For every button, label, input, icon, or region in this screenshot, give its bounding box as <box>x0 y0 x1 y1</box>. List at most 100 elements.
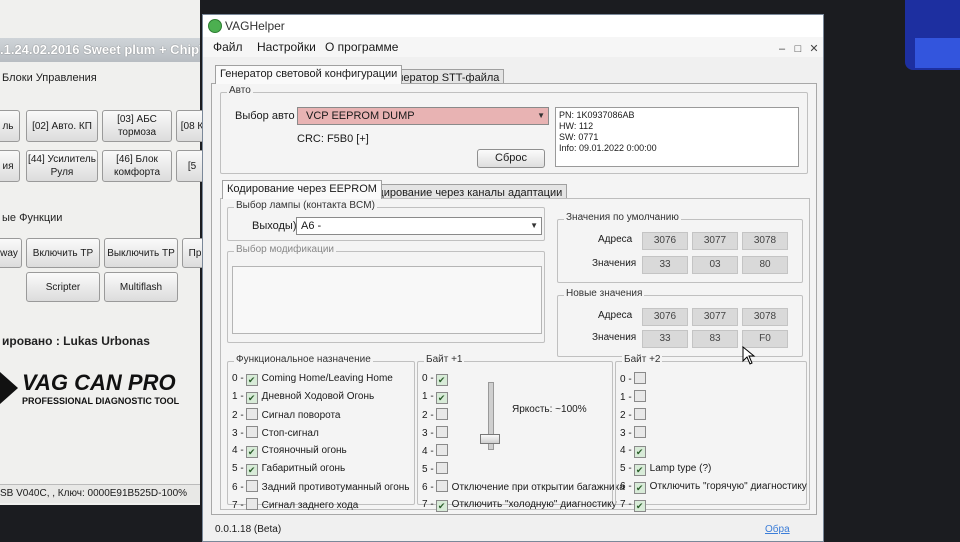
bit-index: 6 - <box>620 481 632 492</box>
bit-index: 2 - <box>232 410 244 421</box>
checkbox-row: 2 - <box>422 408 452 422</box>
checkbox-row: 7 - Сигнал заднего хода <box>232 498 358 512</box>
bit-index: 5 - <box>232 463 244 474</box>
checkbox[interactable] <box>633 390 646 402</box>
checkbox[interactable] <box>435 408 448 420</box>
bit-index: 0 - <box>620 374 632 385</box>
output-value: A6 - <box>301 220 322 232</box>
menu-file[interactable]: Файл <box>213 40 243 54</box>
checkbox[interactable]: ✔ <box>633 500 646 512</box>
bit-index: 1 - <box>422 391 434 402</box>
new-address-cell: 3078 <box>742 308 788 326</box>
disable-tp-button[interactable]: Выключить TP <box>104 238 178 268</box>
default-values-group: Значения по умолчанию Адреса Значения 30… <box>557 212 803 283</box>
bit-index: 5 - <box>620 463 632 474</box>
eeprom-panel: Выбор лампы (контакта BCM) Выходы) A6 - … <box>220 198 810 512</box>
checkbox-row: 7 - ✔ Отключить "холодную" диагностику <box>422 498 617 512</box>
bit-index: 7 - <box>620 499 632 510</box>
bit-index: 7 - <box>422 499 434 510</box>
checkbox-label: Coming Home/Leaving Home <box>261 373 393 384</box>
checkbox-label: Дневной Ходовой Огонь <box>261 391 375 402</box>
enable-tp-button[interactable]: Включить TP <box>26 238 100 268</box>
tab-light-config-generator[interactable]: Генератор световой конфигурации <box>215 65 403 84</box>
close-icon[interactable]: ✕ <box>807 43 821 55</box>
checkbox-row: 2 - Сигнал поворота <box>232 408 341 422</box>
car-select-value: VCP EEPROM DUMP <box>306 110 415 122</box>
checkbox[interactable] <box>633 426 646 438</box>
checkbox[interactable] <box>245 498 258 510</box>
checkbox[interactable]: ✔ <box>435 500 448 512</box>
author-credit: ировано : Lukas Urbonas <box>2 334 150 348</box>
checkbox-label: Отключить "холодную" диагностику <box>451 499 617 510</box>
modification-list[interactable] <box>232 266 542 334</box>
checkbox[interactable]: ✔ <box>245 392 258 404</box>
byte1-group-title: Байт +1 <box>424 354 465 365</box>
unit-button-power-steering[interactable]: [44] Усилитель Руля <box>26 150 98 182</box>
minimize-icon[interactable]: – <box>775 43 789 55</box>
checkbox[interactable] <box>435 426 448 438</box>
checkbox-row: 3 - <box>620 426 650 440</box>
menu-settings[interactable]: Настройки <box>257 40 316 54</box>
checkbox[interactable] <box>435 462 448 474</box>
new-values-title: Новые значения <box>564 288 645 299</box>
checkbox[interactable] <box>245 408 258 420</box>
checkbox[interactable]: ✔ <box>633 464 646 476</box>
checkbox[interactable]: ✔ <box>245 446 258 458</box>
feedback-link[interactable]: Обра <box>765 524 790 535</box>
bit-index: 7 - <box>232 500 244 511</box>
default-address-cell: 3077 <box>692 232 738 250</box>
status-bar: 0.0.1.18 (Beta) Обра <box>203 519 823 541</box>
checkbox[interactable]: ✔ <box>435 374 448 386</box>
version-label: 0.0.1.18 (Beta) <box>215 524 282 535</box>
checkbox[interactable]: ✔ <box>633 446 646 458</box>
checkbox[interactable]: ✔ <box>245 464 258 476</box>
tab-eeprom-coding[interactable]: Кодирование через EEPROM <box>222 180 382 199</box>
checkbox-row: 3 - <box>422 426 452 440</box>
info-date: Info: 09.01.2022 0:00:00 <box>559 143 657 153</box>
bit-index: 3 - <box>620 428 632 439</box>
checkbox[interactable]: ✔ <box>245 374 258 386</box>
bit-index: 1 - <box>232 391 244 402</box>
background-app-window: .1.24.02.2016 Sweet plum + ChipTu Блоки … <box>0 0 208 505</box>
unit-button-auto-gearbox[interactable]: [02] Авто. КП <box>26 110 98 142</box>
title-bar: VAGHelper <box>203 15 823 37</box>
function-button[interactable]: way <box>0 238 22 268</box>
car-select-dropdown[interactable]: VCP EEPROM DUMP ▼ <box>297 107 549 125</box>
checkbox-label: Сигнал заднего хода <box>261 500 359 511</box>
checkbox-row: 3 - Стоп-сигнал <box>232 426 319 440</box>
checkbox[interactable] <box>633 408 646 420</box>
scripter-button[interactable]: Scripter <box>26 272 100 302</box>
checkbox[interactable] <box>245 480 258 492</box>
unit-button-comfort[interactable]: [46] Блок комфорта <box>102 150 172 182</box>
new-address-cell: 3076 <box>642 308 688 326</box>
bit-index: 4 - <box>620 445 632 456</box>
mouse-cursor-icon <box>742 346 756 365</box>
unit-button[interactable]: ия <box>0 150 20 182</box>
checkbox[interactable] <box>435 480 448 492</box>
checkbox[interactable] <box>245 426 258 438</box>
unit-button[interactable]: ль <box>0 110 20 142</box>
multiflash-button[interactable]: Multiflash <box>104 272 178 302</box>
checkbox[interactable] <box>435 444 448 456</box>
bit-index: 2 - <box>620 410 632 421</box>
checkbox[interactable]: ✔ <box>633 482 646 494</box>
maximize-icon[interactable]: □ <box>791 43 805 55</box>
checkbox-row: 2 - <box>620 408 650 422</box>
output-dropdown[interactable]: A6 - ▼ <box>296 217 542 235</box>
new-values-label: Значения <box>592 332 637 343</box>
checkbox[interactable]: ✔ <box>435 392 448 404</box>
menu-about[interactable]: О программе <box>325 40 398 54</box>
unit-button-abs[interactable]: [03] АБС тормоза <box>102 110 172 142</box>
default-values-label: Значения <box>592 258 637 269</box>
background-window-title: .1.24.02.2016 Sweet plum + ChipTu <box>0 38 200 62</box>
checkbox[interactable] <box>633 372 646 384</box>
chevron-down-icon: ▼ <box>537 111 545 120</box>
new-value-cell: 83 <box>692 330 738 348</box>
brightness-slider-handle[interactable] <box>480 434 500 444</box>
checkbox-row: 1 - ✔ <box>422 390 452 404</box>
reset-button[interactable]: Сброс <box>477 149 545 168</box>
bit-index: 0 - <box>232 373 244 384</box>
info-hw: HW: 112 <box>559 121 594 131</box>
bit-index: 5 - <box>422 464 434 475</box>
byte2-group: Байт +2 0 -1 -2 -3 -4 - ✔ 5 - ✔ Lamp type (?… <box>615 354 807 512</box>
